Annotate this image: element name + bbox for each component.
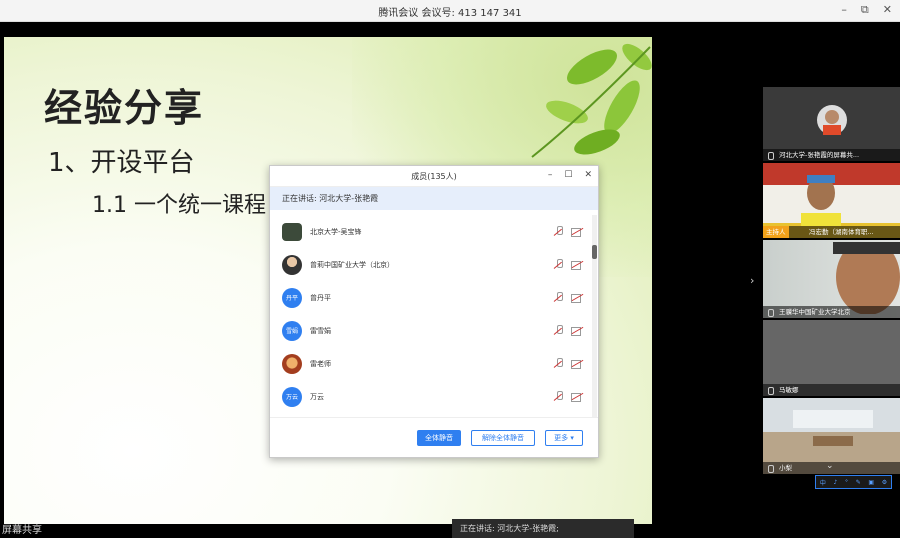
chevron-down-icon[interactable]: ⌄: [826, 461, 834, 471]
members-panel-footer: 全体静音 解除全体静音 更多 ▾: [270, 417, 598, 457]
mute-all-button[interactable]: 全体静音: [417, 430, 461, 446]
member-row[interactable]: 曾莉中国矿业大学（北京）: [270, 248, 592, 281]
member-avatar: [282, 353, 302, 374]
participant-avatar: [817, 105, 847, 135]
camera-off-icon[interactable]: [571, 326, 584, 336]
member-avatar: 丹平: [282, 287, 302, 308]
expand-arrow-icon[interactable]: ›: [750, 274, 754, 287]
slide-heading: 经验分享: [44, 86, 205, 130]
member-avatar: 万云: [282, 386, 302, 407]
member-name: 雷老师: [310, 359, 331, 368]
member-name: 北京大学-吴宝锋: [310, 227, 362, 236]
member-name: 万云: [310, 392, 324, 401]
video-tile-label: 王骥华中国矿业大学北京: [763, 306, 900, 318]
member-row[interactable]: 雪娟 雷雪娟: [270, 314, 592, 347]
mic-muted-icon[interactable]: [555, 292, 563, 303]
member-row[interactable]: 万云 万云: [270, 380, 592, 413]
mic-muted-icon[interactable]: [555, 391, 563, 402]
member-row[interactable]: 北京大学-吴宝锋: [270, 215, 592, 248]
panel-maximize-icon[interactable]: ☐: [564, 170, 572, 180]
restore-icon[interactable]: ⧉: [861, 3, 869, 17]
mini-toolbar[interactable]: 中 ♪ ° ✎ ▣ ⚙: [815, 475, 892, 489]
camera-off-icon[interactable]: [571, 392, 584, 402]
leaf-decoration-icon: [531, 43, 652, 158]
camera-off-icon[interactable]: [571, 359, 584, 369]
member-name: 雷雪娟: [310, 326, 331, 335]
unmute-all-button[interactable]: 解除全体静音: [471, 430, 535, 446]
slide-line-2: 1.1 一个统一课程: [92, 193, 266, 218]
member-row[interactable]: 丹平 曾丹平: [270, 281, 592, 314]
scrollbar-thumb[interactable]: [592, 245, 597, 259]
member-avatar: 雪娟: [282, 320, 302, 341]
camera-off-icon[interactable]: [571, 260, 584, 270]
member-avatar: [282, 254, 302, 275]
video-tile[interactable]: 河北大学-张艳霞的屏幕共...: [763, 87, 900, 161]
mini-toolbar-icon[interactable]: ♪: [834, 479, 838, 486]
video-tile-label: 河北大学-张艳霞的屏幕共...: [763, 149, 900, 161]
panel-close-icon[interactable]: ✕: [584, 170, 592, 180]
camera-off-icon[interactable]: [571, 227, 584, 237]
slide-line-1: 1、开设平台: [48, 148, 195, 178]
video-tile-label: 马敏娜: [763, 384, 900, 396]
video-tile[interactable]: 王骥华中国矿业大学北京: [763, 240, 900, 318]
video-tile[interactable]: 主持人 冯宏勤（湖南体育职...: [763, 163, 900, 238]
speaking-indicator: 正在讲话: 河北大学-张艳霞;: [452, 519, 634, 538]
video-tile[interactable]: 马敏娜: [763, 320, 900, 396]
window-title: 腾讯会议 会议号: 413 147 341: [378, 8, 522, 19]
more-button[interactable]: 更多 ▾: [545, 430, 583, 446]
mic-muted-icon[interactable]: [555, 259, 563, 270]
participant-video: [833, 242, 900, 314]
member-avatar: [282, 222, 302, 241]
mic-muted-icon[interactable]: [555, 325, 563, 336]
member-name: 曾丹平: [310, 293, 331, 302]
mini-toolbar-icon[interactable]: °: [845, 479, 848, 486]
mic-muted-icon[interactable]: [555, 226, 563, 237]
member-list-scrollbar[interactable]: [592, 215, 597, 417]
screen-share-label: 屏幕共享: [2, 525, 42, 536]
members-speaking-banner: 正在讲话: 河北大学-张艳霞: [270, 187, 598, 210]
mini-toolbar-icon[interactable]: ✎: [856, 479, 861, 486]
host-badge: 主持人: [763, 226, 789, 238]
participant-video: [801, 175, 841, 226]
window-titlebar: 腾讯会议 会议号: 413 147 341 – ⧉ ✕: [0, 0, 900, 22]
minimize-icon[interactable]: –: [841, 3, 847, 17]
members-panel: 成员(135人) – ☐ ✕ 正在讲话: 河北大学-张艳霞 北京大学-吴宝锋曾莉…: [269, 165, 599, 458]
panel-minimize-icon[interactable]: –: [548, 170, 553, 180]
close-icon[interactable]: ✕: [883, 3, 892, 17]
member-list[interactable]: 北京大学-吴宝锋 曾莉中国矿业大学（北京） 丹平 曾丹平 雪娟 雷雪娟 雷老师 万云 万云: [270, 215, 592, 417]
members-panel-header: 成员(135人) – ☐ ✕: [270, 166, 598, 187]
mini-toolbar-icon[interactable]: ⚙: [882, 479, 887, 486]
camera-off-icon[interactable]: [571, 293, 584, 303]
mini-toolbar-icon[interactable]: ▣: [868, 479, 874, 486]
mic-muted-icon[interactable]: [555, 358, 563, 369]
mini-toolbar-icon[interactable]: 中: [820, 478, 826, 487]
member-name: 曾莉中国矿业大学（北京）: [310, 260, 394, 269]
member-row[interactable]: 雷老师: [270, 347, 592, 380]
room-video: [793, 410, 873, 446]
